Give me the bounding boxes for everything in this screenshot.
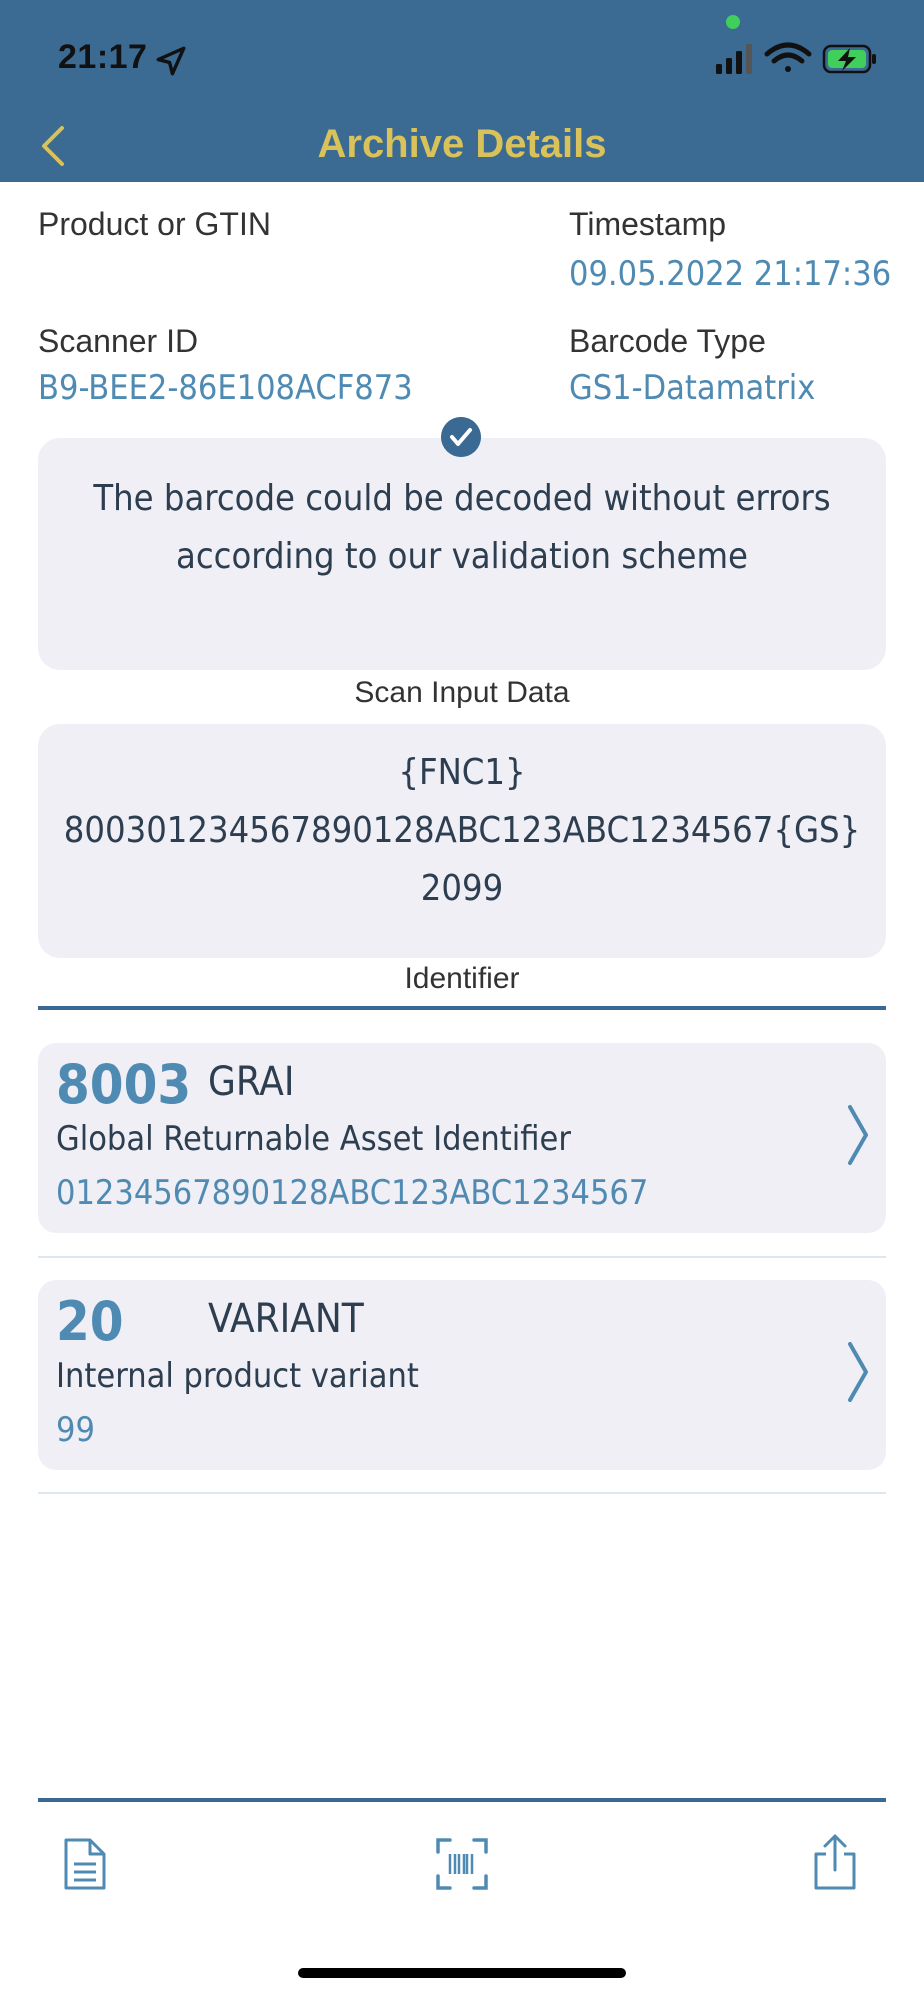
validation-line-1: The barcode could be decoded without err… <box>93 478 831 519</box>
validation-line-2: according to our validation scheme <box>176 536 748 577</box>
document-icon[interactable] <box>62 1836 108 1892</box>
ai-short-name: VARIANT <box>208 1296 364 1342</box>
timestamp-value: 09.05.2022 21:17:36 <box>569 254 892 294</box>
battery-charging-icon <box>822 44 876 74</box>
scan-line-3: 2099 <box>420 868 504 909</box>
status-icons <box>716 42 876 74</box>
barcode-type-label: Barcode Type <box>569 323 766 359</box>
chevron-right-icon <box>848 1342 868 1402</box>
scan-input-label: Scan Input Data <box>354 676 570 709</box>
ai-code: 8003 <box>56 1053 192 1116</box>
identifier-label: Identifier <box>404 962 520 995</box>
scan-input-data: {FNC1} 800301234567890128ABC123ABC123456… <box>38 744 886 918</box>
scanner-id-value: B9-BEE2-86E108ACF873 <box>38 368 413 408</box>
checkmark-icon <box>441 417 481 457</box>
privacy-indicator <box>726 15 740 29</box>
row-divider <box>38 1492 886 1494</box>
ai-value: 01234567890128ABC123ABC1234567 <box>56 1173 649 1213</box>
share-icon[interactable] <box>812 1832 858 1892</box>
validation-message: The barcode could be decoded without err… <box>38 470 886 586</box>
scanner-id-label: Scanner ID <box>38 323 199 359</box>
product-label: Product or GTIN <box>38 206 271 242</box>
ai-value: 99 <box>56 1410 95 1450</box>
home-indicator[interactable] <box>298 1968 626 1978</box>
ai-code: 20 <box>56 1290 124 1353</box>
identifier-divider <box>38 1006 886 1010</box>
page-title: Archive Details <box>317 122 607 166</box>
timestamp-label: Timestamp <box>569 206 727 242</box>
scan-line-1: {FNC1} <box>398 752 526 793</box>
ai-short-name: GRAI <box>208 1059 295 1105</box>
location-arrow-icon <box>156 46 186 76</box>
toolbar-divider <box>38 1798 886 1802</box>
barcode-scan-icon[interactable] <box>436 1838 488 1890</box>
chevron-right-icon <box>848 1105 868 1165</box>
identifier-card-grai[interactable]: 8003 GRAI Global Returnable Asset Identi… <box>38 1043 886 1233</box>
identifier-card-variant[interactable]: 20 VARIANT Internal product variant 99 <box>38 1280 886 1470</box>
cellular-signal-icon <box>716 44 752 74</box>
row-divider <box>38 1256 886 1258</box>
scan-line-2: 800301234567890128ABC123ABC1234567{GS} <box>63 810 861 851</box>
ai-long-name: Global Returnable Asset Identifier <box>56 1119 571 1159</box>
wifi-icon <box>764 42 812 72</box>
ai-long-name: Internal product variant <box>56 1356 419 1396</box>
barcode-type-value: GS1-Datamatrix <box>569 368 816 408</box>
navigation-bar: 21:17 Archive Details <box>0 0 924 182</box>
status-time: 21:17 <box>58 38 148 76</box>
